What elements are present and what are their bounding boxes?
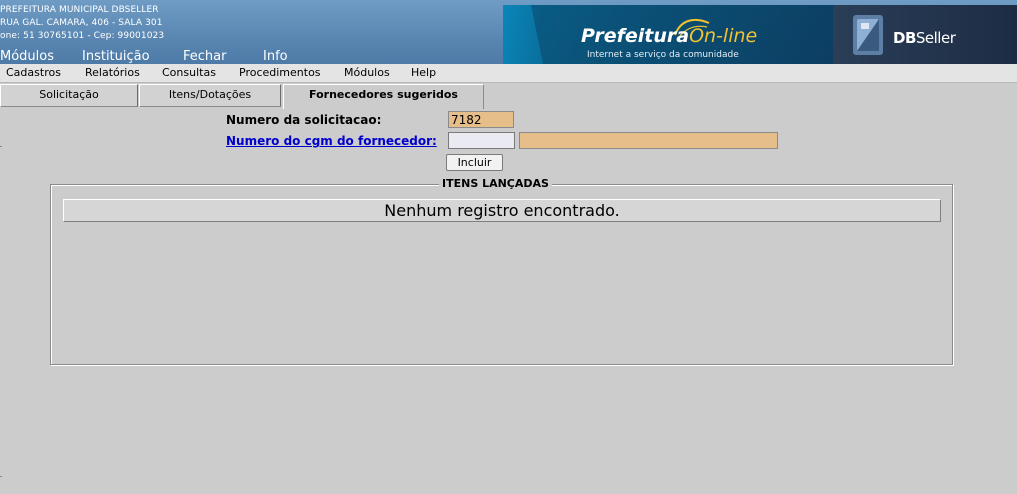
menu-bar: Cadastros Relatórios Consultas Procedime…: [0, 64, 1017, 83]
solicitacao-label: Numero da solicitacao:: [226, 113, 382, 127]
menu-procedimentos[interactable]: Procedimentos: [239, 66, 321, 80]
brand-accent: On-line: [689, 25, 758, 47]
menu-cadastros[interactable]: Cadastros: [6, 66, 61, 80]
top-menu-modulos[interactable]: Módulos: [0, 49, 54, 64]
top-menu-info[interactable]: Info: [263, 49, 288, 64]
cgm-number-field[interactable]: [448, 132, 515, 149]
vendor-name: DBSeller: [893, 29, 956, 47]
edge-mark: [0, 476, 2, 477]
tab-itens-dotacoes[interactable]: Itens/Dotações: [139, 84, 281, 107]
tab-solicitacao[interactable]: Solicitação: [0, 84, 138, 107]
dbseller-icon: [853, 15, 883, 55]
top-menu-fechar[interactable]: Fechar: [183, 49, 226, 64]
cgm-label: Numero do cgm do fornecedor:: [226, 133, 437, 149]
cgm-lookup-link[interactable]: Numero do cgm do fornecedor:: [226, 134, 437, 148]
dbseller-logo: DBSeller: [833, 5, 1017, 64]
menu-consultas[interactable]: Consultas: [162, 66, 216, 80]
vendor-name-rest: Seller: [915, 29, 956, 47]
menu-help[interactable]: Help: [411, 66, 436, 80]
empty-grid-message: Nenhum registro encontrado.: [63, 199, 941, 222]
org-phone: one: 51 30765101 - Cep: 99001023: [0, 31, 165, 41]
org-name: PREFEITURA MUNICIPAL DBSELLER: [0, 5, 159, 15]
brand-main: Prefeitura: [581, 25, 690, 47]
brand-tagline: Internet a serviço da comunidade: [587, 50, 739, 60]
tab-bar: Solicitação Itens/Dotações Fornecedores …: [0, 84, 1017, 109]
vendor-name-bold: DB: [893, 29, 916, 47]
brand-wordmark: PrefeituraOn-line: [581, 25, 757, 47]
incluir-button[interactable]: Incluir: [446, 154, 503, 171]
items-legend: ITENS LANÇADAS: [439, 177, 552, 191]
prefeitura-online-logo: PrefeituraOn-line Internet a serviço da …: [503, 5, 833, 64]
org-address: RUA GAL. CAMARA, 406 - SALA 301: [0, 18, 163, 28]
menu-relatorios[interactable]: Relatórios: [85, 66, 140, 80]
edge-mark: [0, 146, 2, 147]
solicitacao-field[interactable]: [448, 111, 514, 128]
tab-fornecedores-sugeridos[interactable]: Fornecedores sugeridos: [283, 84, 484, 109]
top-menu-instituicao[interactable]: Instituição: [82, 49, 150, 64]
cgm-name-field[interactable]: [519, 132, 778, 149]
header-banner: PREFEITURA MUNICIPAL DBSELLER RUA GAL. C…: [0, 0, 1017, 64]
menu-modulos[interactable]: Módulos: [344, 66, 390, 80]
page: PREFEITURA MUNICIPAL DBSELLER RUA GAL. C…: [0, 0, 1017, 494]
